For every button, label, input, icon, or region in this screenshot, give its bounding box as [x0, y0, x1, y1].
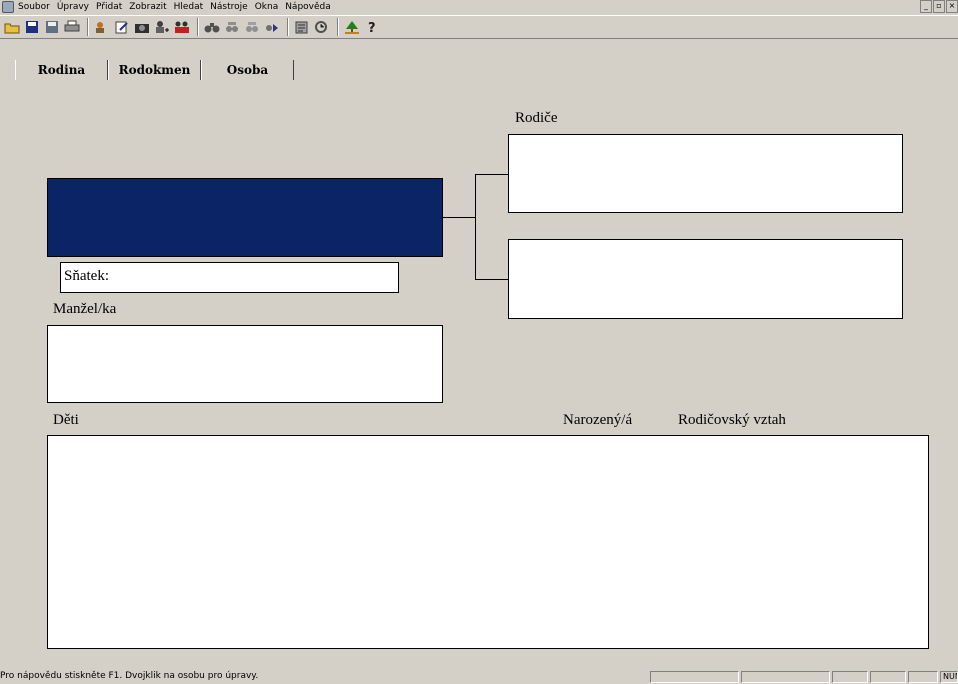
restore-button[interactable]: ▫ [933, 0, 945, 13]
num-lock-indicator: NUM [940, 671, 958, 683]
person-add-icon[interactable] [153, 18, 171, 36]
tab-family[interactable]: Rodina [15, 60, 108, 80]
spouse-label: Manžel/ka [53, 301, 117, 317]
born-column-header: Narozený/á [563, 412, 633, 428]
connector-line [475, 174, 508, 175]
status-panel [741, 671, 830, 683]
spouse-box[interactable] [47, 325, 443, 403]
open-folder-icon[interactable] [3, 18, 21, 36]
find-next-icon[interactable] [223, 18, 241, 36]
report-icon[interactable] [293, 18, 311, 36]
tab-pedigree[interactable]: Rodokmen [108, 60, 201, 80]
find-family-icon[interactable] [243, 18, 261, 36]
menu-bar: Soubor Úpravy Přidat Zobrazit Hledat Nás… [0, 0, 958, 14]
print-icon[interactable] [63, 18, 81, 36]
menu-windows[interactable]: Okna [255, 2, 279, 12]
menu-file[interactable]: Soubor [18, 2, 50, 12]
status-bar: Pro nápovědu stiskněte F1. Dvojklik na o… [0, 670, 958, 684]
connector-line [475, 279, 508, 280]
status-text: Pro nápovědu stiskněte F1. Dvojklik na o… [0, 671, 259, 681]
menu-tools[interactable]: Nástroje [210, 2, 248, 12]
help-icon[interactable]: ? [363, 18, 381, 36]
marriage-box[interactable]: Sňatek: [60, 262, 399, 293]
connector-line [475, 174, 476, 280]
timeline-icon[interactable] [313, 18, 331, 36]
tree-icon[interactable] [343, 18, 361, 36]
minimize-button[interactable]: _ [920, 0, 932, 13]
selected-person-box[interactable] [47, 178, 443, 257]
menu-edit[interactable]: Úpravy [57, 2, 89, 12]
mother-box[interactable] [508, 239, 903, 319]
family-add-icon[interactable] [173, 18, 191, 36]
tab-bar: Rodina Rodokmen Osoba [15, 60, 294, 80]
menu-help[interactable]: Nápověda [285, 2, 331, 12]
menu-search[interactable]: Hledat [174, 2, 204, 12]
marriage-label: Sňatek: [64, 268, 109, 284]
save-icon[interactable] [23, 18, 41, 36]
toolbar-separator [337, 18, 339, 36]
edit-icon[interactable] [113, 18, 131, 36]
close-button[interactable]: × [946, 0, 958, 13]
binoculars-icon[interactable] [203, 18, 221, 36]
status-panel [870, 671, 906, 683]
status-panel [832, 671, 868, 683]
children-list[interactable] [47, 435, 929, 649]
children-label: Děti [53, 412, 79, 428]
menu-view[interactable]: Zobrazit [129, 2, 166, 12]
camera-icon[interactable] [133, 18, 151, 36]
toolbar-separator [197, 18, 199, 36]
toolbar-separator [87, 18, 89, 36]
add-person-icon[interactable] [93, 18, 111, 36]
save-as-icon[interactable] [43, 18, 61, 36]
connector-line [443, 217, 475, 218]
window-controls: _ ▫ × [919, 0, 958, 13]
tab-person[interactable]: Osoba [201, 60, 294, 80]
parents-label: Rodiče [515, 110, 558, 126]
toolbar: ? [0, 15, 958, 39]
relation-column-header: Rodičovský vztah [678, 412, 786, 428]
go-icon[interactable] [263, 18, 281, 36]
svg-text:?: ? [368, 21, 376, 34]
father-box[interactable] [508, 134, 903, 213]
status-panel [650, 671, 739, 683]
status-panel [908, 671, 938, 683]
toolbar-separator [287, 18, 289, 36]
menu-add[interactable]: Přidat [96, 2, 122, 12]
app-icon[interactable] [2, 1, 14, 13]
